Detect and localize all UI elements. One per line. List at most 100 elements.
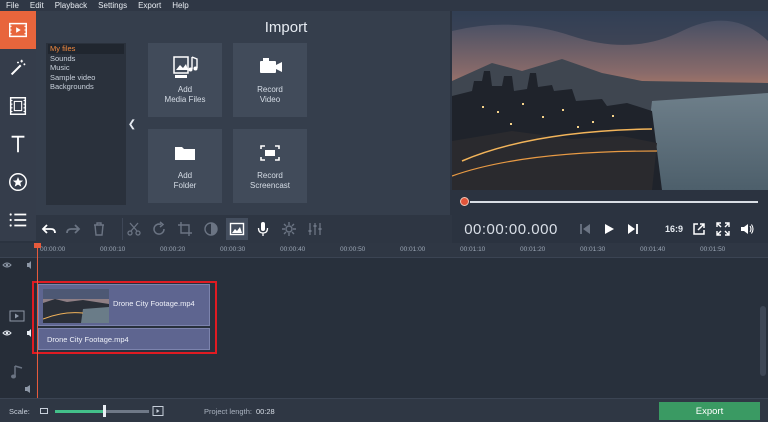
ruler-tick: 00:01:20 <box>520 246 546 253</box>
import-tool-button[interactable] <box>0 11 36 49</box>
ruler-tick: 00:00:20 <box>160 246 186 253</box>
magic-wand-icon <box>10 59 26 76</box>
menu-export[interactable]: Export <box>138 0 161 11</box>
category-backgrounds[interactable]: Backgrounds <box>48 82 124 92</box>
clip-properties-button[interactable] <box>226 218 248 240</box>
media-files-icon <box>173 56 198 78</box>
ruler-tick: 00:01:40 <box>640 246 666 253</box>
category-music[interactable]: Music <box>48 63 124 73</box>
next-frame-button[interactable] <box>622 218 644 240</box>
zoom-in-icon[interactable] <box>152 405 164 417</box>
timeline[interactable]: Drone City Footage.mp4 Drone City Footag… <box>0 243 768 398</box>
seek-track[interactable] <box>470 201 758 203</box>
file-category-list: My files Sounds Music Sample video Backg… <box>46 43 126 205</box>
add-media-files-button[interactable]: Add Media Files <box>148 43 222 117</box>
eye-icon[interactable] <box>2 260 34 270</box>
category-sample-video[interactable]: Sample video <box>48 73 124 83</box>
scale-slider-handle[interactable] <box>102 405 106 417</box>
undo-icon <box>41 224 56 234</box>
microphone-icon <box>257 222 269 236</box>
video-track-icon <box>9 310 25 322</box>
city-skyline-preview-image <box>452 11 768 190</box>
star-icon <box>9 173 27 191</box>
screencast-icon <box>260 145 280 161</box>
filters-tool-button[interactable] <box>0 49 36 87</box>
menu-playback[interactable]: Playback <box>55 0 87 11</box>
cut-button[interactable] <box>122 218 144 240</box>
tile-label: Record Screencast <box>249 171 291 190</box>
volume-button[interactable] <box>736 218 758 240</box>
timeline-ruler[interactable]: 00:00:00 00:00:10 00:00:20 00:00:30 00:0… <box>0 243 768 258</box>
crop-button[interactable] <box>174 218 196 240</box>
settings-button[interactable] <box>278 218 300 240</box>
undo-button[interactable] <box>38 218 60 240</box>
scissors-icon <box>126 222 141 236</box>
equalizer-button[interactable] <box>304 218 326 240</box>
detach-preview-button[interactable] <box>688 218 710 240</box>
volume-icon[interactable] <box>24 384 34 394</box>
delete-button[interactable] <box>88 218 110 240</box>
color-adjust-button[interactable] <box>200 218 222 240</box>
scale-label: Scale: <box>9 407 30 416</box>
folder-icon <box>175 147 195 160</box>
timecode-display: 00:00:00.000 <box>464 220 558 238</box>
tool-sidebar <box>0 11 36 241</box>
project-length: Project length: 00:28 <box>204 407 275 416</box>
titles-tool-button[interactable] <box>0 125 36 163</box>
ruler-tick: 00:01:50 <box>700 246 726 253</box>
tile-label: Add Folder <box>173 171 197 190</box>
transitions-tool-button[interactable] <box>0 87 36 125</box>
gear-icon <box>282 222 296 236</box>
selection-highlight <box>32 281 217 354</box>
play-button[interactable] <box>598 218 620 240</box>
edit-toolbar <box>36 215 452 243</box>
export-button[interactable]: Export <box>659 402 760 420</box>
more-tools-button[interactable] <box>0 201 36 239</box>
ruler-tick: 00:00:00 <box>40 246 66 253</box>
external-link-icon <box>693 223 705 235</box>
ruler-tick: 00:00:50 <box>340 246 366 253</box>
record-audio-button[interactable] <box>252 218 274 240</box>
menu-file[interactable]: File <box>6 0 19 11</box>
aspect-ratio-label: 16:9 <box>664 224 683 234</box>
playhead[interactable] <box>37 243 38 398</box>
tile-label: Record Video <box>257 85 283 104</box>
music-note-icon <box>11 365 23 379</box>
redo-button[interactable] <box>62 218 84 240</box>
zoom-out-icon[interactable] <box>39 406 49 416</box>
playback-controls: 16:9 <box>570 215 768 243</box>
text-icon <box>11 135 25 153</box>
collapse-panel-button[interactable]: ❮ <box>127 43 137 205</box>
scale-slider-fill <box>55 410 104 413</box>
eye-icon[interactable] <box>2 328 34 338</box>
panel-title: Import <box>264 19 308 36</box>
fullscreen-icon <box>716 222 730 236</box>
stickers-tool-button[interactable] <box>0 163 36 201</box>
skip-back-icon <box>580 224 590 234</box>
previous-frame-button[interactable] <box>574 218 596 240</box>
category-my-files[interactable]: My files <box>48 44 124 54</box>
add-folder-button[interactable]: Add Folder <box>148 129 222 203</box>
fullscreen-button[interactable] <box>712 218 734 240</box>
import-panel: Import My files Sounds Music Sample vide… <box>36 11 450 215</box>
skip-forward-icon <box>628 224 638 234</box>
menu-settings[interactable]: Settings <box>98 0 127 11</box>
ruler-tick: 00:01:10 <box>460 246 486 253</box>
ruler-tick: 00:01:30 <box>580 246 606 253</box>
record-screencast-button[interactable]: Record Screencast <box>233 129 307 203</box>
camera-icon <box>260 58 282 73</box>
crop-icon <box>178 222 192 236</box>
category-sounds[interactable]: Sounds <box>48 54 124 64</box>
menu-help[interactable]: Help <box>172 0 188 11</box>
rotate-button[interactable] <box>148 218 170 240</box>
timeline-scrollbar[interactable] <box>760 306 766 376</box>
video-preview[interactable] <box>452 11 768 190</box>
playhead-handle[interactable] <box>34 243 41 248</box>
ruler-tick: 00:00:10 <box>100 246 126 253</box>
project-length-label: Project length: <box>204 407 252 416</box>
record-video-button[interactable]: Record Video <box>233 43 307 117</box>
menu-edit[interactable]: Edit <box>30 0 44 11</box>
seek-bar[interactable] <box>452 190 768 215</box>
aspect-ratio-button[interactable]: 16:9 <box>662 218 686 240</box>
seek-handle[interactable] <box>460 197 469 206</box>
